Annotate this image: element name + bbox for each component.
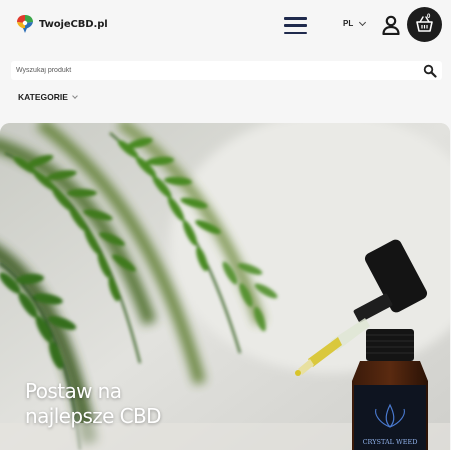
chevron-down-icon (72, 92, 78, 99)
basket-icon (416, 16, 433, 32)
hamburger-menu-icon[interactable] (284, 17, 307, 34)
cart-count-badge: 0 (427, 14, 431, 20)
language-label: PL (343, 19, 354, 28)
header: TwojeCBD.pl PL 0 (0, 0, 451, 52)
chevron-down-icon (359, 18, 367, 26)
hero-title-line1: Postaw na (25, 379, 122, 403)
categories-label: KATEGORIE (18, 92, 68, 102)
categories-dropdown[interactable]: KATEGORIE (18, 92, 78, 102)
search-input[interactable] (11, 61, 411, 80)
search-icon[interactable] (423, 64, 437, 78)
hero-banner[interactable]: CRYSTAL WEED Postaw na najlepsze CBD (0, 123, 450, 450)
user-icon[interactable] (382, 15, 400, 35)
hero-title-line2: najlepsze CBD (25, 404, 162, 428)
page: TwojeCBD.pl PL 0 Wyszukaj produkt KATEGO… (0, 0, 451, 450)
cart-button[interactable]: 0 (407, 7, 442, 42)
bottle-label: CRYSTAL WEED (363, 438, 418, 446)
logo-mark-icon (17, 15, 33, 33)
logo-text: TwojeCBD.pl (39, 18, 108, 30)
hero-title: Postaw na najlepsze CBD (25, 379, 255, 429)
logo[interactable]: TwojeCBD.pl (15, 14, 108, 34)
language-selector[interactable]: PL (343, 18, 367, 28)
search-bar (11, 61, 442, 80)
